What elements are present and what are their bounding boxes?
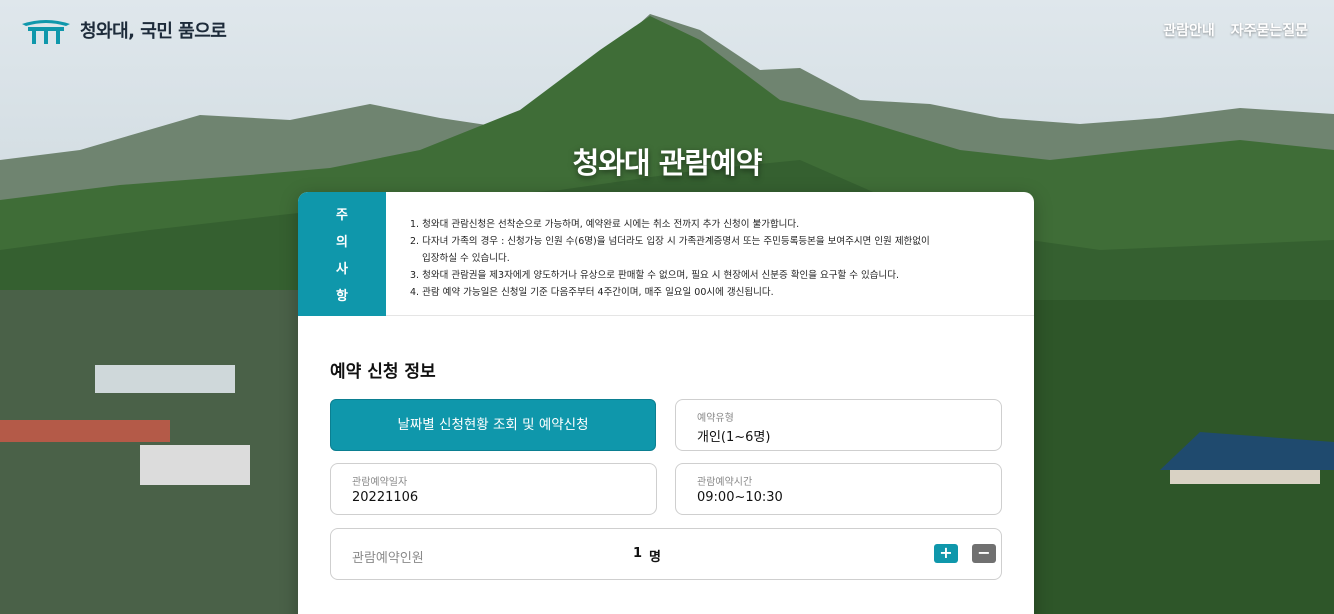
- reservation-date-field[interactable]: 관람예약일자 20221106: [330, 463, 657, 515]
- notice-list: 1. 청와대 관람신청은 선착순으로 가능하며, 예약완료 시에는 취소 전까지…: [410, 216, 980, 301]
- field-label: 예약유형: [697, 413, 734, 424]
- notice-heading-char: 항: [336, 289, 348, 304]
- nav-visit-guide[interactable]: 관람안내: [1163, 20, 1215, 40]
- page-title: 청와대 관람예약: [572, 146, 763, 180]
- increment-button[interactable]: +: [934, 544, 958, 563]
- notice-item: 1. 청와대 관람신청은 선착순으로 가능하며, 예약완료 시에는 취소 전까지…: [410, 219, 800, 230]
- notice-item: 2. 다자녀 가족의 경우 : 신청가능 인원 수(6명)을 넘더라도 입장 시…: [410, 236, 930, 247]
- notice-item-continuation: 입장하실 수 있습니다.: [422, 253, 510, 264]
- notice-heading-char: 주: [336, 208, 348, 223]
- field-label: 관람예약시간: [697, 477, 753, 488]
- site-title: 청와대, 국민 품으로: [80, 21, 227, 42]
- notice-heading-char: 사: [336, 262, 348, 277]
- field-value: 09:00~10:30: [697, 490, 783, 505]
- visitor-count-stepper: 관람예약인원 1 명 + −: [330, 528, 1002, 580]
- notice-item: 3. 청와대 관람권을 제3자에게 양도하거나 유상으로 판매할 수 없으며, …: [410, 270, 899, 281]
- visitor-count-value: 1: [633, 546, 643, 561]
- main-nav: 관람안내 자주묻는질문: [1163, 20, 1308, 40]
- field-value: 20221106: [352, 490, 419, 505]
- visitor-count-unit: 명: [649, 550, 661, 565]
- section-title: 예약 신청 정보: [330, 362, 436, 382]
- notice-item: 4. 관람 예약 가능일은 신청일 기준 다음주부터 4주간이며, 매주 일요일…: [410, 287, 774, 298]
- field-value: 개인(1~6명): [697, 430, 771, 445]
- site-logo[interactable]: 청와대, 국민 품으로: [20, 14, 227, 46]
- reservation-type-field[interactable]: 예약유형 개인(1~6명): [675, 399, 1002, 451]
- notice-heading: 주 의 사 항: [298, 192, 386, 316]
- nav-faq[interactable]: 자주묻는질문: [1231, 20, 1308, 40]
- top-navigation-bar: 청와대, 국민 품으로 관람안내 자주묻는질문: [0, 0, 1334, 62]
- reservation-card: 주 의 사 항 1. 청와대 관람신청은 선착순으로 가능하며, 예약완료 시에…: [298, 192, 1034, 614]
- blue-house-logo-icon: [22, 20, 70, 44]
- field-label: 관람예약인원: [352, 551, 424, 566]
- date-status-reserve-button[interactable]: 날짜별 신청현황 조회 및 예약신청: [330, 399, 656, 451]
- notice-heading-char: 의: [336, 235, 348, 250]
- field-label: 관람예약일자: [352, 477, 408, 488]
- decrement-button[interactable]: −: [972, 544, 996, 563]
- reservation-time-field[interactable]: 관람예약시간 09:00~10:30: [675, 463, 1002, 515]
